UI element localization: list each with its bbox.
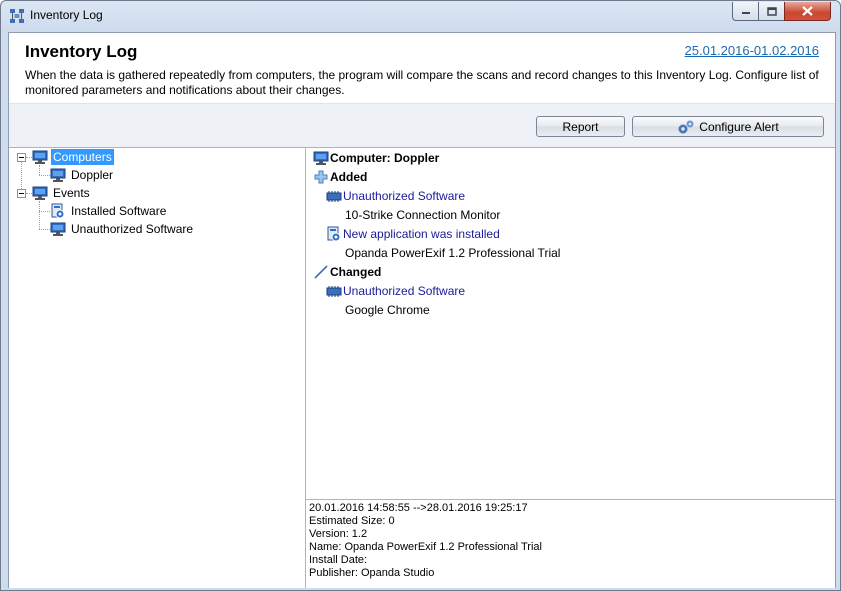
log-item-name: 10-Strike Connection Monitor: [345, 208, 501, 222]
detail-version: Version: 1.2: [309, 528, 368, 540]
tree-item-unauthorized-software[interactable]: Unauthorized Software: [50, 220, 195, 238]
close-icon: [802, 6, 813, 16]
gears-icon: [678, 120, 694, 133]
close-button[interactable]: [784, 2, 831, 21]
description-text: When the data is gathered repeatedly fro…: [25, 68, 819, 97]
tree-item-installed-software[interactable]: Installed Software: [50, 202, 168, 220]
window-title: Inventory Log: [30, 8, 103, 22]
date-range-link[interactable]: 25.01.2016-01.02.2016: [685, 43, 819, 58]
log-pane[interactable]: Computer: Doppler Added Unauthorized Sof…: [306, 147, 835, 500]
log-added-heading-row: Added: [313, 168, 367, 186]
maximize-button[interactable]: [758, 2, 785, 21]
log-event-new-application[interactable]: New application was installed: [343, 227, 500, 241]
detail-publisher: Publisher: Opanda Studio: [309, 567, 435, 579]
tree-label-computers: Computers: [51, 149, 114, 165]
report-button[interactable]: Report: [536, 116, 625, 137]
detail-install-date: Install Date:: [309, 554, 368, 566]
minimize-button[interactable]: [732, 2, 759, 21]
tree-line: [39, 211, 50, 213]
tree-line: [39, 229, 50, 231]
computer-icon: [50, 168, 66, 182]
details-pane[interactable]: 20.01.2016 14:58:55 -->28.01.2016 19:25:…: [306, 499, 835, 588]
minimize-icon: [741, 12, 750, 14]
detail-timestamp: 20.01.2016 14:58:55 -->28.01.2016 19:25:…: [309, 502, 528, 514]
inventory-log-window: Inventory Log Inventory Log 25.01.2016-0…: [0, 0, 841, 591]
tree-item-events[interactable]: Events: [32, 184, 92, 202]
log-computer-heading-row: Computer: Doppler: [313, 149, 439, 167]
maximize-icon: [766, 6, 777, 16]
toolbar: Report Configure Alert: [9, 103, 835, 148]
page-title: Inventory Log: [25, 42, 138, 61]
tree-label-events: Events: [53, 186, 90, 200]
pencil-icon: [314, 265, 328, 279]
details-text: 20.01.2016 14:58:55 -->28.01.2016 19:25:…: [309, 502, 542, 580]
report-button-label: Report: [562, 119, 599, 134]
computer-icon: [313, 151, 329, 165]
configure-alert-button[interactable]: Configure Alert: [632, 116, 824, 137]
tree-line: [39, 175, 50, 177]
log-computer-heading: Computer: Doppler: [330, 151, 440, 165]
log-event-row[interactable]: Unauthorized Software: [326, 282, 465, 300]
log-changed-heading-row: Changed: [313, 263, 381, 281]
tree-label-doppler: Doppler: [71, 168, 114, 182]
configure-alert-button-label: Configure Alert: [699, 119, 779, 134]
chip-icon: [326, 191, 342, 202]
detail-name: Name: Opanda PowerExif 1.2 Professional …: [309, 541, 542, 553]
log-event-row[interactable]: New application was installed: [326, 225, 500, 243]
log-event-row[interactable]: Unauthorized Software: [326, 187, 465, 205]
tree-label-unauthorized-software: Unauthorized Software: [71, 222, 194, 236]
tree-label-installed-software: Installed Software: [71, 204, 167, 218]
collapse-computers-toggle[interactable]: [17, 153, 26, 162]
tree-view[interactable]: Computers Doppler Events Installed Softw…: [9, 147, 306, 588]
log-item-name: Google Chrome: [345, 303, 430, 317]
log-added-heading: Added: [330, 170, 368, 184]
header-panel: Inventory Log 25.01.2016-01.02.2016 When…: [9, 33, 835, 103]
installed-software-icon: [327, 226, 341, 242]
computer-icon: [32, 186, 48, 200]
computer-icon: [32, 150, 48, 164]
title-bar[interactable]: Inventory Log: [1, 1, 840, 31]
installed-software-icon: [51, 203, 65, 219]
plus-icon: [314, 170, 328, 184]
client-area: Inventory Log 25.01.2016-01.02.2016 When…: [8, 32, 836, 588]
chip-icon: [326, 286, 342, 297]
log-changed-heading: Changed: [330, 265, 382, 279]
tree-item-computers[interactable]: Computers: [32, 148, 114, 166]
log-item-name: Opanda PowerExif 1.2 Professional Trial: [345, 246, 561, 260]
tree-line: [39, 165, 41, 175]
tree-item-doppler[interactable]: Doppler: [50, 166, 115, 184]
collapse-events-toggle[interactable]: [17, 189, 26, 198]
tree-line: [39, 201, 41, 229]
app-icon: [10, 9, 24, 23]
log-event-unauthorized-software[interactable]: Unauthorized Software: [343, 284, 465, 298]
log-event-unauthorized-software[interactable]: Unauthorized Software: [343, 189, 465, 203]
detail-estimated-size: Estimated Size: 0: [309, 515, 395, 527]
computer-icon: [50, 222, 66, 236]
